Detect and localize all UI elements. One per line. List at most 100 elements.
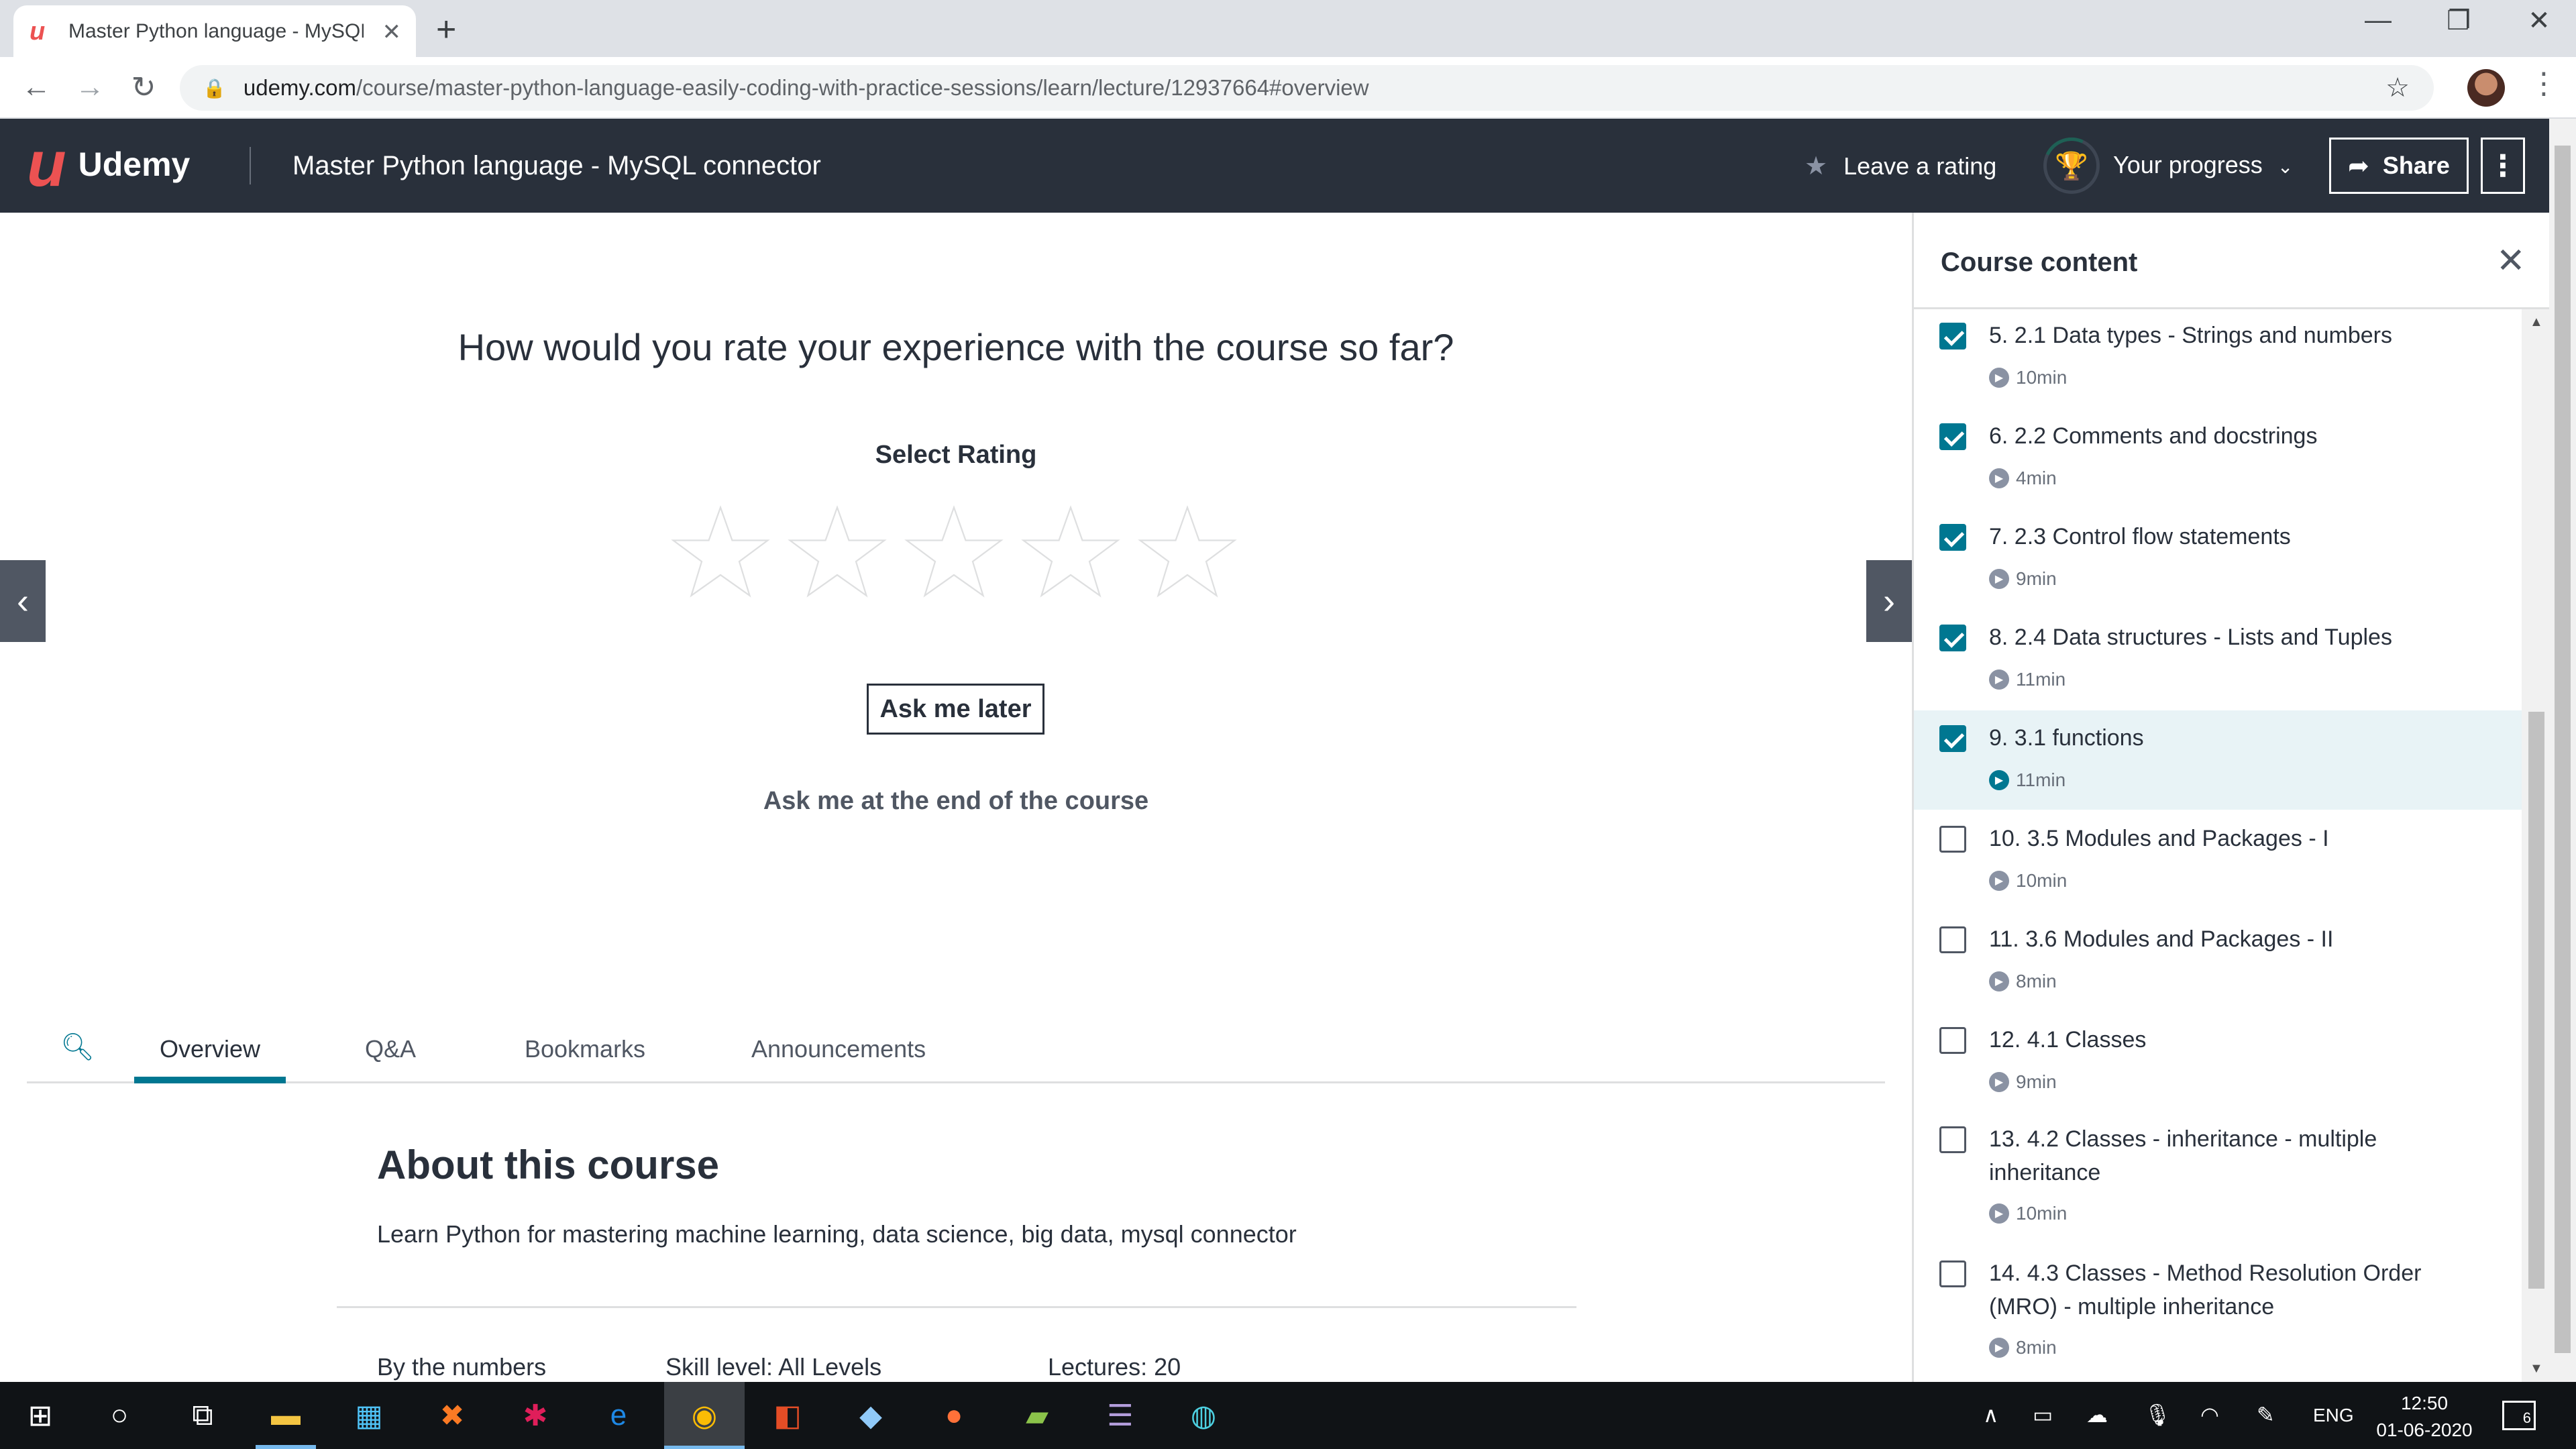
close-sidebar-icon[interactable]: ✕	[2496, 241, 2526, 281]
notifications-icon[interactable]: 6	[2502, 1401, 2536, 1430]
close-tab-icon[interactable]: ✕	[382, 19, 402, 46]
app-icon[interactable]: ◍	[1182, 1394, 1225, 1437]
lecture-item[interactable]: 11. 3.6 Modules and Packages - II ▶ 8min	[1914, 910, 2522, 1011]
page-scrollbar[interactable]	[2549, 119, 2576, 1382]
select-rating-label: Select Rating	[875, 441, 1037, 469]
clock[interactable]: 12:50 01-06-2020	[2371, 1390, 2478, 1444]
onedrive-icon[interactable]: ☁	[2086, 1402, 2108, 1428]
sidebar-scrollbar[interactable]: ▲ ▼	[2522, 309, 2549, 1382]
store-icon[interactable]: ▦	[347, 1394, 390, 1437]
chrome-icon[interactable]: ◉	[683, 1394, 726, 1437]
tab-qa[interactable]: Q&A	[365, 1035, 416, 1063]
cortana-search-icon[interactable]: ○	[98, 1394, 141, 1437]
lecture-item-current[interactable]: 9. 3.1 functions ▶ 11min	[1914, 710, 2522, 810]
task-view-icon[interactable]: ⧉	[181, 1394, 224, 1437]
play-icon: ▶	[1989, 971, 2009, 991]
course-title[interactable]: Master Python language - MySQL connector	[292, 151, 821, 181]
lecture-checkbox[interactable]	[1939, 524, 1966, 551]
rating-question: How would you rate your experience with …	[458, 326, 1454, 368]
microphone-icon[interactable]: 🎙	[2144, 1402, 2171, 1428]
lecture-checkbox[interactable]	[1939, 725, 1966, 752]
play-icon: ▶	[1989, 1072, 2009, 1092]
lecture-item[interactable]: 8. 2.4 Data structures - Lists and Tuple…	[1914, 610, 2522, 710]
firefox-icon[interactable]: ●	[932, 1394, 975, 1437]
search-icon[interactable]: 🔍︎	[60, 1031, 95, 1063]
back-icon[interactable]: ←	[16, 70, 56, 104]
duration-text: 9min	[2016, 1071, 2057, 1092]
lecture-item[interactable]: 10. 3.5 Modules and Packages - I ▶ 10min	[1914, 810, 2522, 910]
browser-menu-icon[interactable]: ⋮	[2529, 66, 2559, 101]
eclipse-icon[interactable]: ☰	[1099, 1394, 1142, 1437]
play-icon: ▶	[1989, 770, 2009, 790]
tab-bookmarks[interactable]: Bookmarks	[525, 1035, 645, 1063]
lecture-item[interactable]: 7. 2.3 Control flow statements ▶ 9min	[1914, 509, 2522, 610]
windows-start-icon[interactable]: ⊞	[19, 1394, 62, 1437]
slack-icon[interactable]: ✱	[514, 1394, 557, 1437]
new-tab-button[interactable]: +	[436, 9, 456, 50]
lecture-checkbox[interactable]	[1939, 926, 1966, 953]
pen-icon[interactable]: ✎	[2257, 1402, 2275, 1428]
virtualbox-icon[interactable]: ◆	[849, 1394, 892, 1437]
url-field[interactable]: 🔒 udemy.com/course/master-python-languag…	[180, 65, 2434, 111]
rating-star-1-icon[interactable]	[671, 502, 770, 602]
lecture-checkbox[interactable]	[1939, 1260, 1966, 1287]
forward-icon[interactable]: →	[70, 70, 110, 104]
edge-icon[interactable]: e	[597, 1394, 640, 1437]
show-hidden-icons-icon[interactable]: ∧	[1983, 1402, 1998, 1428]
page-scroll-thumb[interactable]	[2555, 146, 2571, 1353]
restore-icon[interactable]: ❐	[2422, 5, 2496, 36]
lecture-item[interactable]: 5. 2.1 Data types - Strings and numbers …	[1914, 309, 2522, 409]
language-indicator[interactable]: ENG	[2313, 1405, 2354, 1426]
lecture-checkbox[interactable]	[1939, 323, 1966, 350]
previous-lecture-button[interactable]: ‹	[0, 560, 46, 642]
reload-icon[interactable]: ↻	[123, 70, 164, 105]
file-explorer-icon[interactable]: ▬	[264, 1394, 307, 1437]
star-rating	[671, 502, 1237, 602]
lecture-checkbox[interactable]	[1939, 826, 1966, 853]
next-lecture-button[interactable]: ›	[1866, 560, 1912, 642]
browser-tab[interactable]: u Master Python language - MySQL connect…	[13, 5, 416, 57]
lecture-checkbox[interactable]	[1939, 1126, 1966, 1153]
close-window-icon[interactable]: ✕	[2502, 5, 2576, 36]
lecture-checkbox[interactable]	[1939, 423, 1966, 450]
lecture-duration: ▶ 9min	[1989, 568, 2057, 590]
scroll-down-icon[interactable]: ▼	[2530, 1361, 2543, 1377]
rating-star-5-icon[interactable]	[1138, 502, 1237, 602]
share-button[interactable]: ➦ Share	[2329, 138, 2469, 194]
rating-star-4-icon[interactable]	[1021, 502, 1120, 602]
profile-avatar[interactable]	[2467, 69, 2505, 107]
lecture-item[interactable]: 14. 4.3 Classes - Method Resolution Orde…	[1914, 1244, 2522, 1382]
udemy-logo[interactable]: u Udemy	[27, 132, 190, 197]
play-icon: ▶	[1989, 1203, 2009, 1224]
tab-overview[interactable]: Overview	[160, 1035, 260, 1063]
lecture-item[interactable]: 6. 2.2 Comments and docstrings ▶ 4min	[1914, 409, 2522, 509]
more-options-button[interactable]: ⋮	[2481, 138, 2525, 194]
lecture-duration: ▶ 9min	[1989, 1071, 2057, 1093]
sublime-icon[interactable]: ◧	[766, 1394, 809, 1437]
progress-ring[interactable]: 🏆	[2043, 138, 2100, 194]
lecture-checkbox[interactable]	[1939, 1027, 1966, 1054]
lecture-item[interactable]: 13. 4.2 Classes - inheritance - multiple…	[1914, 1110, 2522, 1244]
wifi-icon[interactable]: ◠	[2200, 1402, 2219, 1428]
rating-star-2-icon[interactable]	[788, 502, 887, 602]
tab-announcements[interactable]: Announcements	[751, 1035, 926, 1063]
notepad-icon[interactable]: ▰	[1016, 1394, 1059, 1437]
sidebar-scroll-thumb[interactable]	[2528, 712, 2544, 1289]
leave-rating-button[interactable]: ★ Leave a rating	[1805, 151, 1996, 181]
ask-me-later-button[interactable]: Ask me later	[867, 684, 1044, 735]
play-icon: ▶	[1989, 569, 2009, 589]
lock-icon: 🔒	[203, 77, 226, 99]
your-progress-dropdown[interactable]: Your progress ⌄	[2113, 151, 2293, 179]
bookmark-star-icon[interactable]: ☆	[2385, 72, 2410, 103]
lecture-item[interactable]: 12. 4.1 Classes ▶ 9min	[1914, 1011, 2522, 1110]
xampp-icon[interactable]: ✖	[431, 1394, 474, 1437]
url-host: udemy.com	[243, 75, 356, 100]
lecture-checkbox[interactable]	[1939, 625, 1966, 651]
battery-icon[interactable]: ▭	[2033, 1402, 2053, 1428]
udemy-header: u Udemy Master Python language - MySQL c…	[0, 119, 2549, 213]
scroll-up-icon[interactable]: ▲	[2530, 315, 2543, 330]
minimize-icon[interactable]: —	[2341, 5, 2415, 36]
lecture-title: 6. 2.2 Comments and docstrings	[1989, 423, 2318, 449]
rating-star-3-icon[interactable]	[904, 502, 1004, 602]
ask-at-end-link[interactable]: Ask me at the end of the course	[0, 787, 1912, 816]
